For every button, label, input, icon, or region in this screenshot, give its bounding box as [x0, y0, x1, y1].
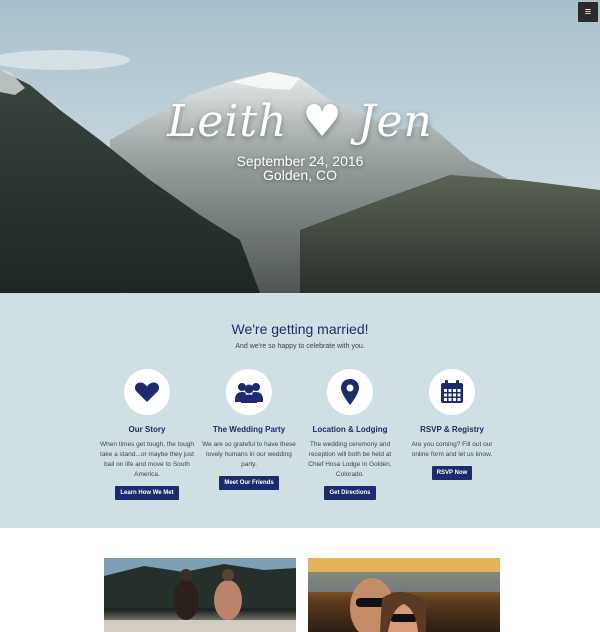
- rsvp-now-button[interactable]: RSVP Now: [431, 466, 473, 480]
- couple-selfie-photo: [308, 558, 500, 632]
- feature-our-story: Our Story When times get tough, the toug…: [97, 369, 197, 500]
- calendar-icon: [429, 369, 475, 415]
- feature-title: Our Story: [128, 425, 166, 434]
- feature-description: Are you coming? Fill out our online form…: [411, 441, 493, 458]
- section-subtitle: And we're so happy to celebrate with you…: [235, 343, 365, 350]
- feature-title: The Wedding Party: [212, 425, 286, 434]
- feature-description: When times get tough, the tough take a s…: [100, 441, 194, 478]
- group-icon: [226, 369, 272, 415]
- couple-lake-photo: [104, 558, 296, 632]
- wedding-location: Golden, CO: [263, 167, 337, 183]
- feature-rsvp-registry: RSVP & Registry Are you coming? Fill out…: [402, 369, 502, 480]
- feature-description: We are so grateful to have these lovely …: [202, 441, 296, 468]
- get-directions-button[interactable]: Get Directions: [324, 486, 376, 500]
- feature-location-lodging: Location & Lodging The wedding ceremony …: [300, 369, 400, 500]
- heart-icon: [124, 369, 170, 415]
- section-title: We're getting married!: [231, 321, 369, 337]
- hamburger-menu-button[interactable]: ≡: [578, 2, 598, 22]
- learn-how-we-met-button[interactable]: Learn How We Met: [115, 486, 179, 500]
- couple-names: Leith ♥ Jen: [167, 96, 433, 147]
- hero-banner: ≡ Leith ♥ Jen September 24, 2016 Golden,…: [0, 0, 600, 293]
- getting-married-section: We're getting married! And we're so happ…: [0, 293, 600, 528]
- feature-title: Location & Lodging: [312, 425, 388, 434]
- map-pin-icon: [327, 369, 373, 415]
- meet-our-friends-button[interactable]: Meet Our Friends: [219, 476, 279, 490]
- feature-title: RSVP & Registry: [420, 425, 484, 434]
- feature-description: The wedding ceremony and reception will …: [308, 441, 392, 478]
- feature-wedding-party: The Wedding Party We are so grateful to …: [199, 369, 299, 490]
- hamburger-menu-icon: ≡: [584, 6, 592, 18]
